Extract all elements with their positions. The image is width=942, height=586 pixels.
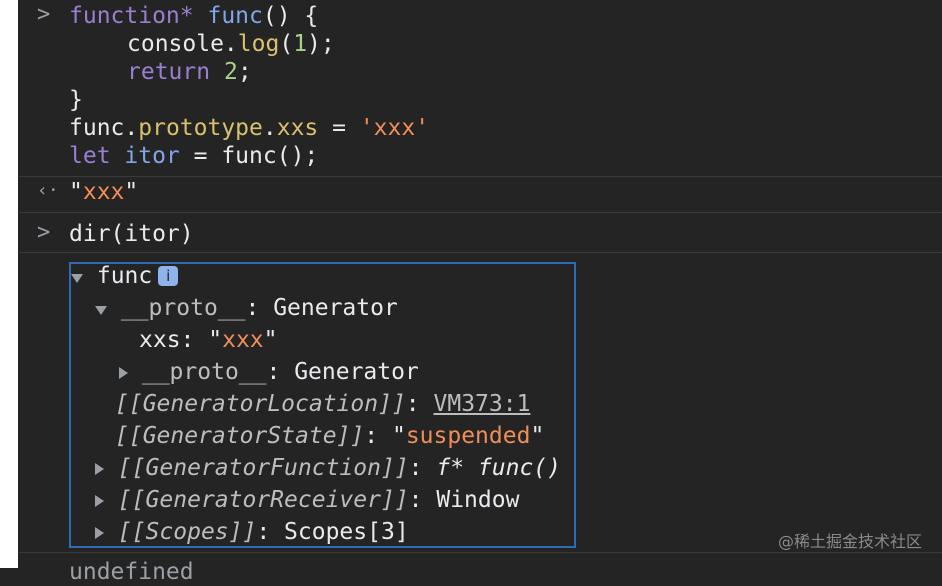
prop-sep: : <box>245 295 273 321</box>
internal-key: [[GeneratorFunction]] <box>118 455 409 481</box>
separator <box>19 252 942 253</box>
code-text: console. <box>127 31 238 57</box>
prop-value: Scopes[3] <box>284 519 409 545</box>
property-name: prototype <box>138 115 263 141</box>
property-name: xxs <box>277 115 319 141</box>
prop-sep: : <box>406 391 434 417</box>
code-line-4: } <box>69 86 83 114</box>
quote: " <box>392 423 406 449</box>
tree-item-proto-nested[interactable]: __proto__: Generator <box>119 358 419 386</box>
expand-arrow-icon[interactable] <box>119 367 128 379</box>
code-text: = func(); <box>180 143 318 169</box>
tree-root-func[interactable]: funci <box>71 262 178 290</box>
result-arrow-icon: ‹· <box>37 180 59 201</box>
code-line-dir: dir(itor) <box>69 220 194 248</box>
quote: " <box>208 327 222 353</box>
code-line-6: let itor = func(); <box>69 142 318 170</box>
internal-key: [[GeneratorState]] <box>115 423 364 449</box>
devtools-console: > function* func() { console.log(1); ret… <box>19 0 942 568</box>
keyword: function* <box>69 3 194 29</box>
string-literal: 'xxx' <box>360 115 429 141</box>
info-icon[interactable]: i <box>158 266 178 286</box>
tree-item-generator-state: [[GeneratorState]]: "suspended" <box>115 422 544 450</box>
tree-item-xxs: xxs: "xxx" <box>139 326 278 354</box>
expand-arrow-icon[interactable] <box>95 495 104 507</box>
root-label: func <box>97 263 152 289</box>
prop-value: suspended <box>406 423 531 449</box>
prop-key: __proto__ <box>142 359 267 385</box>
source-link[interactable]: VM373:1 <box>434 391 531 417</box>
prop-sep: : <box>409 487 437 513</box>
function-name: func <box>207 3 262 29</box>
result-value: "xxx" <box>69 178 138 206</box>
expand-arrow-icon[interactable] <box>71 274 83 283</box>
code-text: ; <box>238 59 252 85</box>
tree-item-proto[interactable]: __proto__: Generator <box>95 294 398 322</box>
quote: " <box>69 179 83 205</box>
prop-value: xxx <box>222 327 264 353</box>
expand-arrow-icon[interactable] <box>95 527 104 539</box>
prop-sep: : <box>181 327 209 353</box>
input-prompt-icon: > <box>37 2 50 27</box>
quote: " <box>530 423 544 449</box>
prop-sep: : <box>256 519 284 545</box>
variable-name: itor <box>124 143 179 169</box>
internal-key: [[Scopes]] <box>118 519 256 545</box>
separator <box>19 212 942 213</box>
next-output-partial: undefined <box>69 558 194 586</box>
code-line-3: return 2; <box>127 58 252 86</box>
tree-item-generator-location: [[GeneratorLocation]]: VM373:1 <box>115 390 530 418</box>
prop-value: Generator <box>294 359 419 385</box>
prop-sep: : <box>364 423 392 449</box>
code-text: () { <box>263 3 318 29</box>
code-text: func. <box>69 115 138 141</box>
separator <box>19 552 942 553</box>
expand-arrow-icon[interactable] <box>95 463 104 475</box>
prop-value: Generator <box>273 295 398 321</box>
prop-key: xxs <box>139 327 181 353</box>
code-text: . <box>263 115 277 141</box>
method-name: log <box>238 31 280 57</box>
code-text: ); <box>307 31 335 57</box>
separator <box>19 176 942 177</box>
keyword: let <box>69 143 111 169</box>
quote: " <box>264 327 278 353</box>
string-value: xxx <box>83 179 125 205</box>
internal-key: [[GeneratorLocation]] <box>115 391 406 417</box>
left-gutter <box>0 0 18 568</box>
prop-value: f* func() <box>436 455 561 481</box>
code-line-2: console.log(1); <box>127 30 335 58</box>
input-prompt-icon: > <box>37 220 50 245</box>
code-line-1: function* func() { <box>69 2 318 30</box>
prop-sep: : <box>409 455 437 481</box>
tree-item-generator-receiver[interactable]: [[GeneratorReceiver]]: Window <box>95 486 519 514</box>
quote: " <box>124 179 138 205</box>
code-text: = <box>318 115 360 141</box>
tree-item-scopes[interactable]: [[Scopes]]: Scopes[3] <box>95 518 409 546</box>
prop-value: Window <box>436 487 519 513</box>
expand-arrow-icon[interactable] <box>95 306 107 315</box>
number-literal: 1 <box>293 31 307 57</box>
prop-key: __proto__ <box>121 295 246 321</box>
code-line-5: func.prototype.xxs = 'xxx' <box>69 114 429 142</box>
number-literal: 2 <box>224 59 238 85</box>
code-text: ( <box>279 31 293 57</box>
internal-key: [[GeneratorReceiver]] <box>118 487 409 513</box>
prop-sep: : <box>266 359 294 385</box>
watermark: @稀土掘金技术社区 <box>778 528 922 552</box>
keyword: return <box>127 59 210 85</box>
tree-item-generator-function[interactable]: [[GeneratorFunction]]: f* func() <box>95 454 561 482</box>
